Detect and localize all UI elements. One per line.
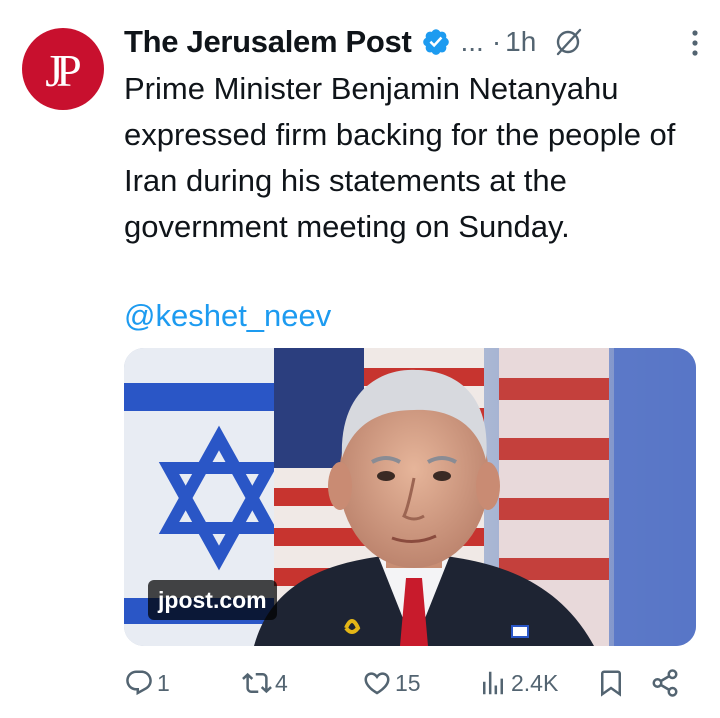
post-text: Prime Minister Benjamin Netanyahu expres… xyxy=(124,71,676,244)
header-separator: · xyxy=(491,26,502,57)
mention-link[interactable]: @keshet_neev xyxy=(124,293,331,339)
avatar-logo-text: JP xyxy=(45,44,82,96)
views-icon xyxy=(483,671,503,695)
verified-badge-icon xyxy=(422,29,449,55)
author-name[interactable]: The Jerusalem Post xyxy=(124,24,412,60)
more-options-icon[interactable] xyxy=(690,28,700,58)
repost-icon xyxy=(242,672,272,694)
post-timestamp[interactable]: 1h xyxy=(505,26,536,58)
views-count: 2.4K xyxy=(511,669,559,696)
name-truncation: ... xyxy=(460,26,484,57)
views-button[interactable]: 2.4K xyxy=(478,668,558,698)
grok-icon[interactable] xyxy=(552,26,584,58)
post-header: The Jerusalem Post ... · 1h xyxy=(124,18,700,66)
share-icon xyxy=(652,669,678,697)
like-count: 15 xyxy=(395,669,421,696)
media-source-label: jpost.com xyxy=(148,580,277,620)
share-button[interactable] xyxy=(650,668,680,698)
reply-count: 1 xyxy=(157,669,170,696)
like-icon xyxy=(364,672,390,695)
repost-button[interactable]: 4 xyxy=(242,668,288,698)
like-button[interactable]: 15 xyxy=(362,668,421,698)
bookmark-icon xyxy=(601,670,621,697)
bookmark-button[interactable] xyxy=(596,668,626,698)
author-avatar[interactable]: JP xyxy=(22,28,104,110)
reply-button[interactable]: 1 xyxy=(124,668,170,698)
post-action-bar: 1 4 15 2.4K xyxy=(124,664,690,708)
reply-icon xyxy=(126,670,152,696)
repost-count: 4 xyxy=(275,669,288,696)
